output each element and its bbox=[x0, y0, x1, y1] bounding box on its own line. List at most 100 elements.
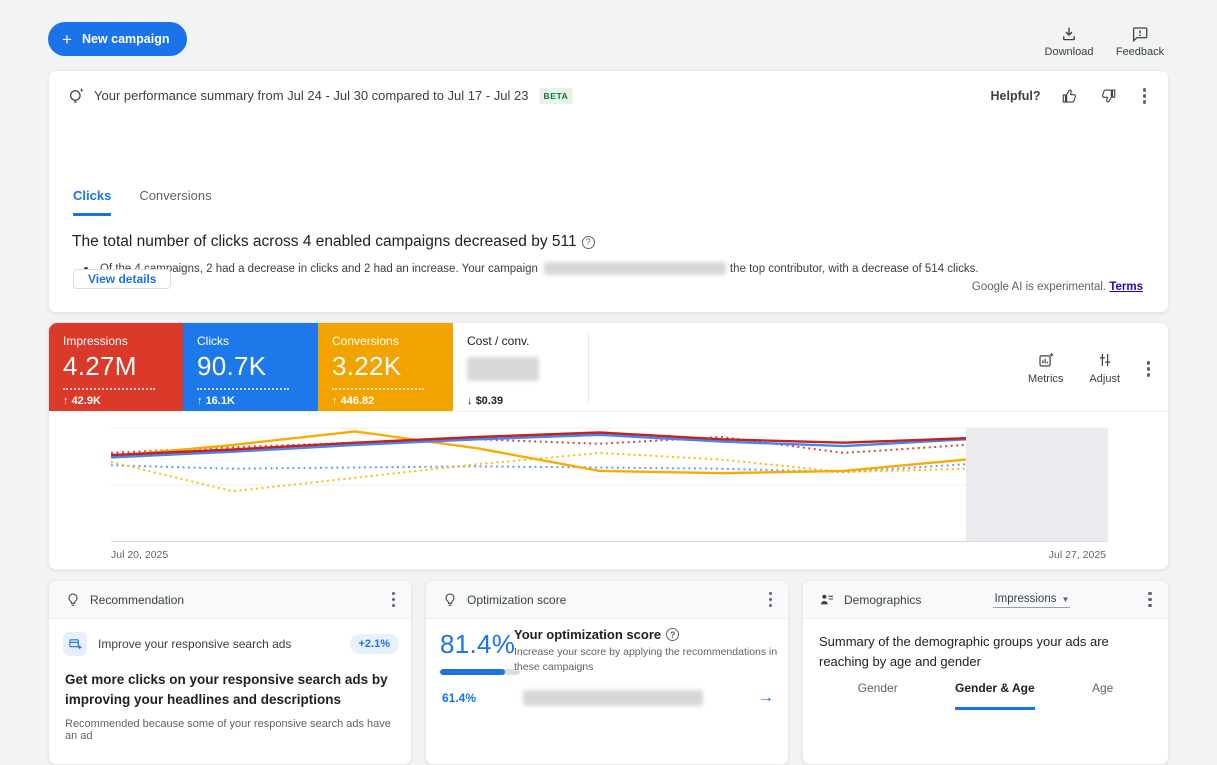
lightbulb-icon bbox=[442, 592, 458, 608]
row-divider bbox=[49, 411, 1168, 412]
recommendation-card-title: Recommendation bbox=[90, 593, 184, 607]
tab-age[interactable]: Age bbox=[1092, 681, 1113, 710]
thumbs-up-button[interactable] bbox=[1061, 87, 1079, 105]
metric-delta: ↑ 42.9K bbox=[63, 395, 183, 407]
metrics-chart-card: Impressions 4.27M ↑ 42.9K Clicks 90.7K ↑… bbox=[48, 322, 1169, 570]
metric-tile[interactable]: Impressions 4.27M ↑ 42.9K bbox=[49, 323, 183, 411]
feedback-label: Feedback bbox=[1116, 46, 1164, 58]
optimization-card-header: Optimization score bbox=[426, 581, 788, 619]
chart-overflow-menu[interactable] bbox=[1141, 357, 1157, 381]
tile-divider bbox=[588, 333, 589, 403]
redacted-campaign-name bbox=[544, 262, 726, 275]
metrics-button[interactable]: Metrics bbox=[1028, 351, 1063, 385]
metric-tiles-row: Impressions 4.27M ↑ 42.9K Clicks 90.7K ↑… bbox=[49, 323, 588, 411]
demographics-card: Demographics Impressions ▼ Summary of th… bbox=[802, 580, 1169, 765]
chevron-down-icon: ▼ bbox=[1061, 595, 1069, 604]
x-axis-start-label: Jul 20, 2025 bbox=[111, 549, 168, 561]
up-arrow-icon: ↑ bbox=[332, 395, 338, 407]
recommendation-item[interactable]: Improve your responsive search ads +2.1% bbox=[49, 619, 411, 656]
summary-title: Your performance summary from Jul 24 - J… bbox=[94, 88, 529, 103]
optimization-score-value: 81.4% bbox=[440, 629, 520, 660]
metric-delta: ↑ 446.82 bbox=[332, 395, 453, 407]
metric-label: Impressions bbox=[63, 334, 183, 348]
dotted-separator bbox=[63, 388, 155, 390]
optimization-title: Your optimization score ? bbox=[514, 627, 778, 642]
optimization-score-card: Optimization score 81.4% Your optimizati… bbox=[425, 580, 789, 765]
tab-conversions[interactable]: Conversions bbox=[139, 188, 211, 216]
recommendation-overflow-menu[interactable] bbox=[386, 588, 402, 612]
recommendation-description: Recommended because some of your respons… bbox=[49, 709, 411, 742]
performance-chart-svg bbox=[111, 426, 1108, 544]
adjust-button[interactable]: Adjust bbox=[1089, 351, 1120, 385]
uplift-badge: +2.1% bbox=[350, 634, 400, 654]
help-icon[interactable]: ? bbox=[582, 236, 595, 249]
optimization-progress-bar bbox=[440, 669, 520, 675]
metrics-button-label: Metrics bbox=[1028, 373, 1063, 385]
metric-label: Cost / conv. bbox=[467, 334, 588, 348]
adjust-sliders-icon bbox=[1096, 351, 1114, 369]
metric-value: 4.27M bbox=[63, 351, 183, 382]
summary-bullet: Of the 4 campaigns, 2 had a decrease in … bbox=[84, 262, 979, 275]
metric-delta: ↑ 16.1K bbox=[197, 395, 318, 407]
up-arrow-icon: ↑ bbox=[197, 395, 203, 407]
performance-summary-card: Your performance summary from Jul 24 - J… bbox=[48, 70, 1169, 313]
lightbulb-icon bbox=[65, 592, 81, 608]
summary-overflow-menu[interactable] bbox=[1137, 84, 1153, 108]
recommendation-card-header: Recommendation bbox=[49, 581, 411, 619]
google-ads-overview-page: { "colors": { "accent_blue": "#1A73E8", … bbox=[0, 0, 1217, 710]
metric-tile[interactable]: Cost / conv. ↓ $0.39 bbox=[453, 323, 588, 411]
recommendation-headline[interactable]: Get more clicks on your responsive searc… bbox=[49, 656, 411, 709]
optimization-progress-fill bbox=[440, 669, 505, 675]
beta-badge: BETA bbox=[539, 88, 574, 104]
demographics-overflow-menu[interactable] bbox=[1142, 588, 1158, 612]
summary-tabs: Clicks Conversions bbox=[73, 188, 212, 216]
metric-value-redacted bbox=[467, 351, 588, 382]
thumbs-down-button[interactable] bbox=[1099, 87, 1117, 105]
recommendation-item-label: Improve your responsive search ads bbox=[98, 637, 291, 651]
demographics-card-title: Demographics bbox=[844, 593, 921, 607]
optimization-description: Increase your score by applying the reco… bbox=[514, 645, 778, 674]
metric-label: Clicks bbox=[197, 334, 318, 348]
tab-gender[interactable]: Gender bbox=[858, 681, 898, 710]
spacer bbox=[467, 388, 559, 390]
metric-tile[interactable]: Conversions 3.22K ↑ 446.82 bbox=[318, 323, 453, 411]
feedback-icon bbox=[1131, 25, 1149, 43]
demographics-metric-dropdown[interactable]: Impressions ▼ bbox=[993, 591, 1070, 608]
ai-sparkle-bulb-icon bbox=[67, 86, 86, 105]
demographics-summary-text: Summary of the demographic groups your a… bbox=[803, 619, 1168, 672]
tab-clicks[interactable]: Clicks bbox=[73, 188, 111, 216]
ai-disclaimer-text: Google AI is experimental. bbox=[972, 281, 1106, 293]
view-details-button[interactable]: View details bbox=[73, 269, 171, 289]
ai-disclaimer: Google AI is experimental. Terms bbox=[972, 281, 1143, 293]
tab-gender-and-age[interactable]: Gender & Age bbox=[955, 681, 1035, 710]
summary-headline: The total number of clicks across 4 enab… bbox=[72, 233, 595, 251]
optimization-text-block: Your optimization score ? Increase your … bbox=[514, 627, 778, 674]
download-icon bbox=[1060, 25, 1078, 43]
dropdown-selected-value: Impressions bbox=[994, 593, 1056, 605]
performance-chart[interactable] bbox=[111, 426, 1108, 544]
optimization-score-block: 81.4% bbox=[440, 629, 520, 675]
feedback-button[interactable]: Feedback bbox=[1105, 25, 1175, 58]
dotted-separator bbox=[197, 388, 289, 390]
optimization-card-title: Optimization score bbox=[467, 593, 566, 607]
download-label: Download bbox=[1045, 46, 1094, 58]
thumbs-up-icon bbox=[1061, 87, 1079, 105]
help-icon[interactable]: ? bbox=[666, 628, 679, 641]
download-button[interactable]: Download bbox=[1034, 25, 1104, 58]
new-campaign-button[interactable]: + New campaign bbox=[48, 22, 187, 56]
right-arrow-icon[interactable]: → bbox=[758, 689, 774, 707]
terms-link[interactable]: Terms bbox=[1109, 281, 1143, 293]
recommendation-card: Recommendation Improve your responsive s… bbox=[48, 580, 412, 765]
optimization-overflow-menu[interactable] bbox=[763, 588, 779, 612]
down-arrow-icon: ↓ bbox=[467, 395, 473, 407]
metric-value: 90.7K bbox=[197, 351, 318, 382]
summary-header: Your performance summary from Jul 24 - J… bbox=[67, 84, 1152, 108]
responsive-ads-icon bbox=[63, 632, 87, 656]
plus-icon: + bbox=[62, 31, 72, 48]
metric-delta: ↓ $0.39 bbox=[467, 395, 588, 407]
chart-toolbar: Metrics Adjust bbox=[1028, 351, 1120, 385]
helpful-label: Helpful? bbox=[991, 89, 1041, 103]
dotted-separator bbox=[332, 388, 424, 390]
metric-tile[interactable]: Clicks 90.7K ↑ 16.1K bbox=[183, 323, 318, 411]
campaign-score-value: 61.4% bbox=[442, 691, 476, 705]
